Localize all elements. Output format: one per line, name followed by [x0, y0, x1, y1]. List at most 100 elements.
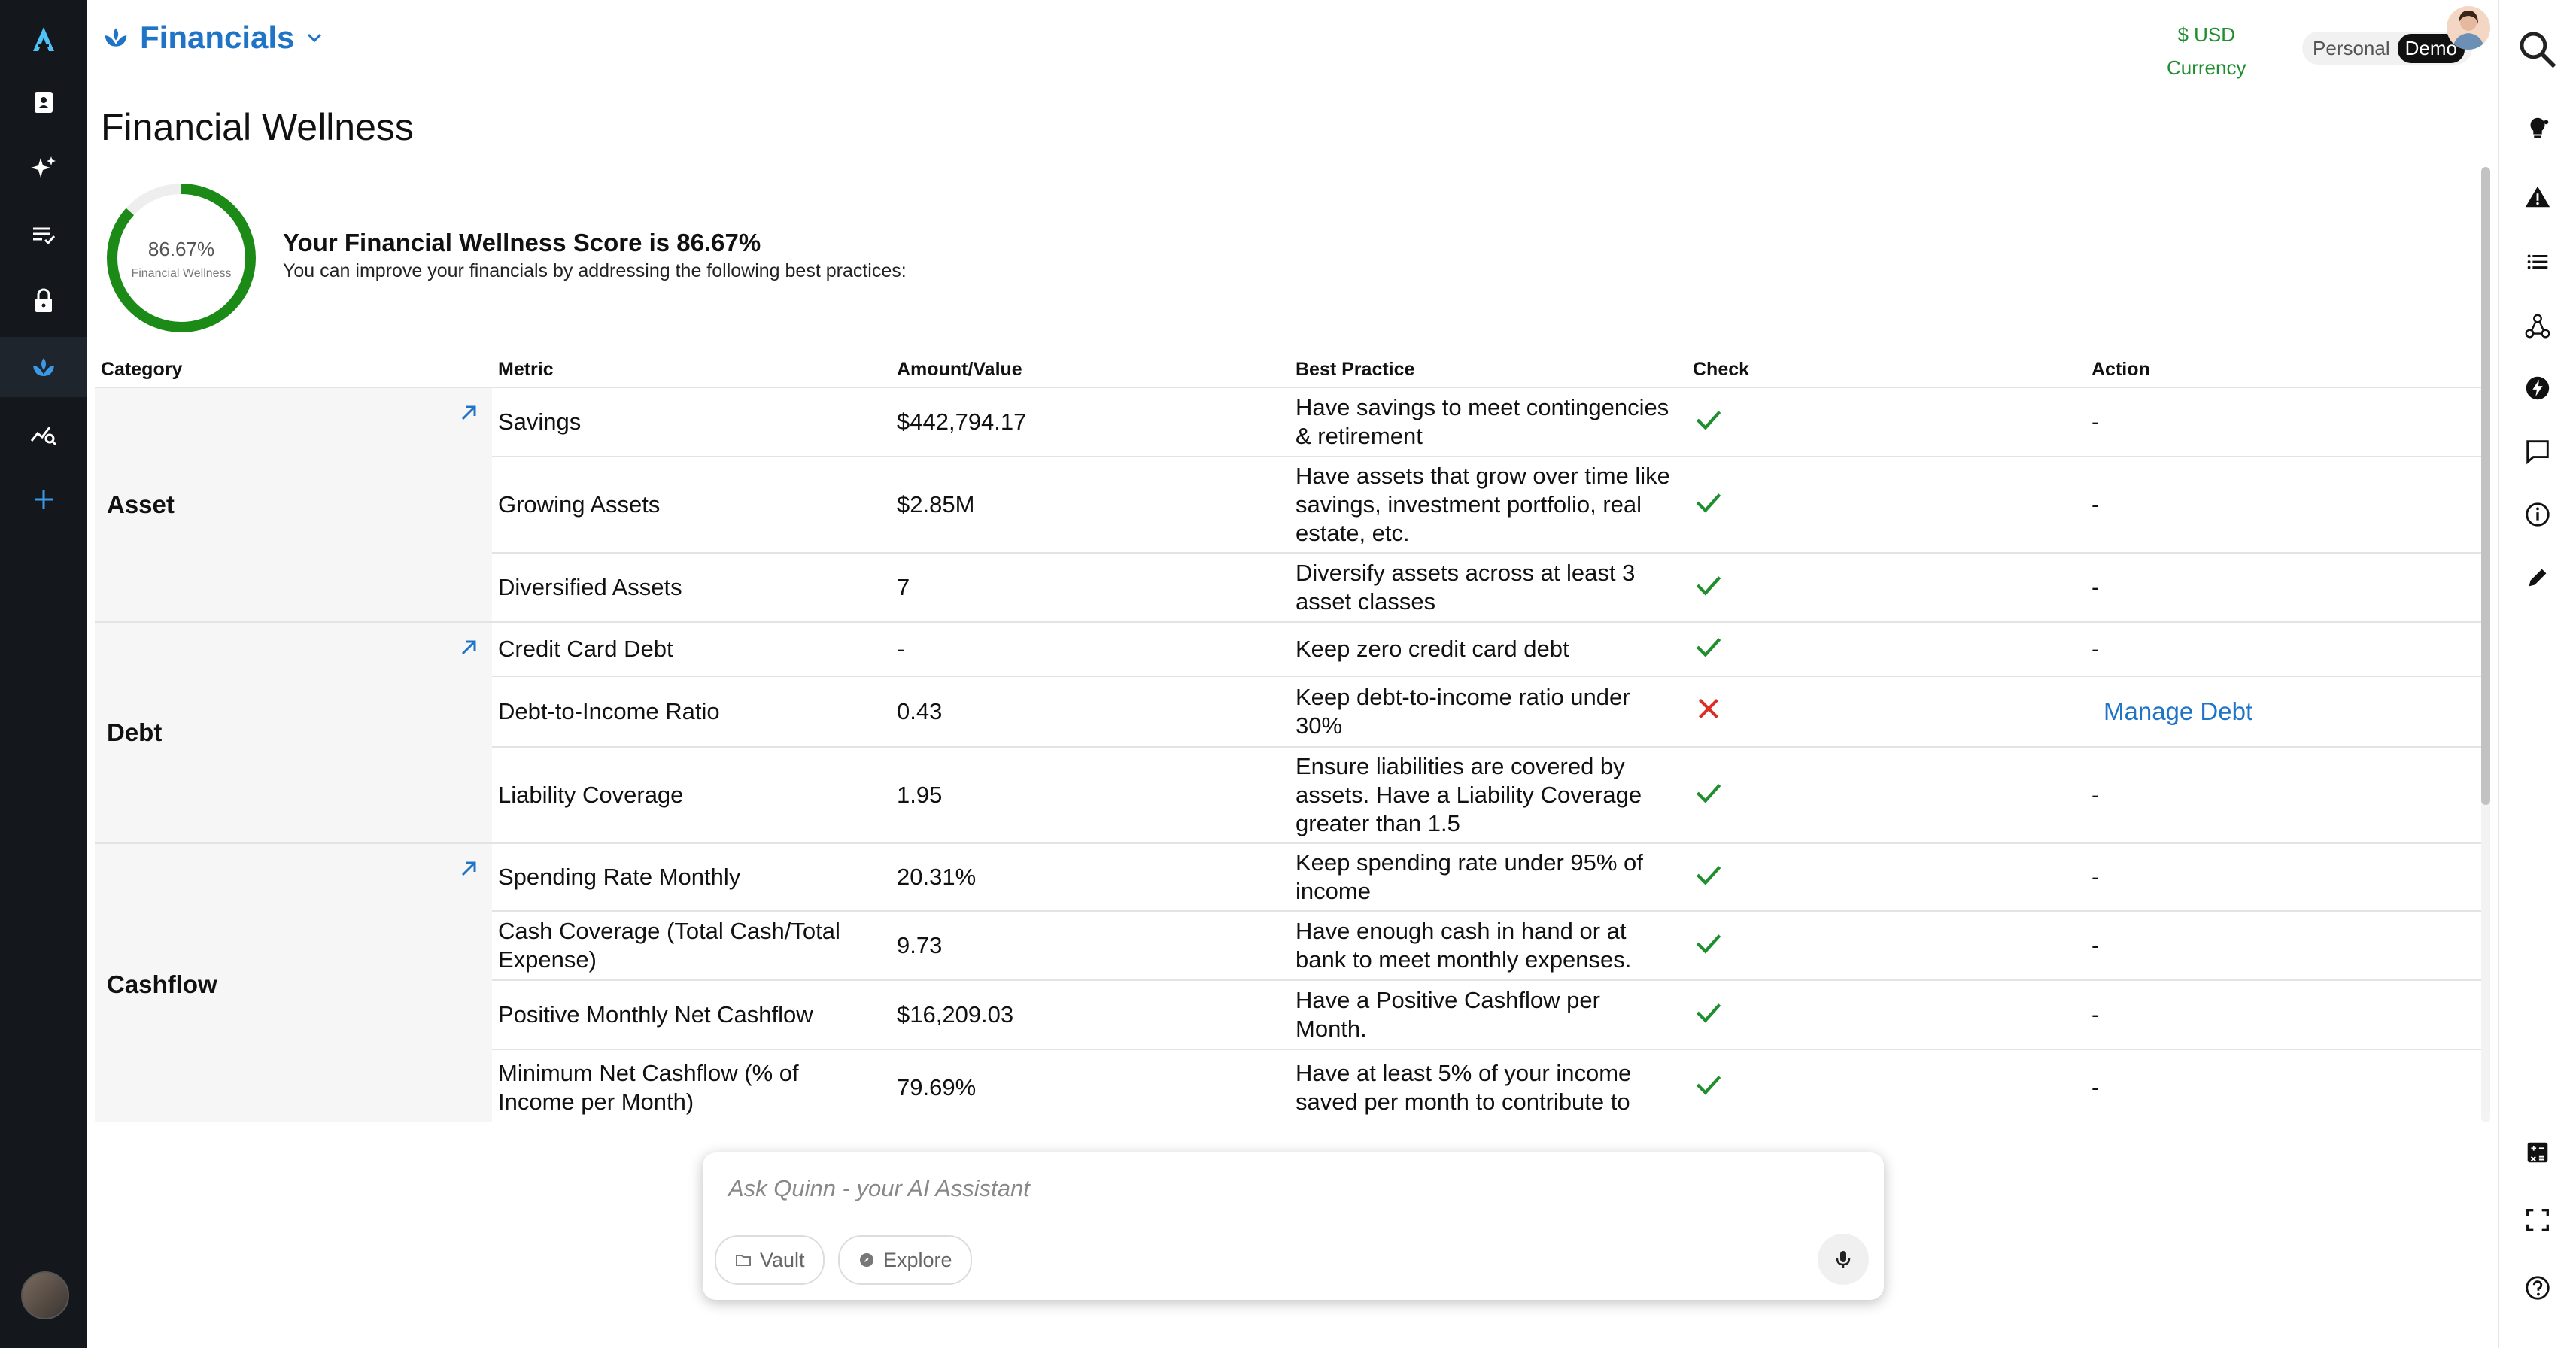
manage-debt-link[interactable]: Manage Debt — [2091, 697, 2252, 725]
header-check[interactable]: Check — [1687, 343, 2085, 387]
info-icon[interactable] — [2515, 492, 2560, 537]
profile-personal[interactable]: Personal — [2313, 37, 2390, 60]
search-icon[interactable] — [2515, 27, 2560, 72]
table-scrollbar[interactable] — [2481, 167, 2490, 1122]
action-text: - — [2091, 408, 2100, 435]
table-header-row: Category Metric Amount/Value Best Practi… — [95, 343, 2484, 387]
wellness-score-ring: 86.67% Financial Wellness — [107, 184, 256, 332]
best-practice-cell: Ensure liabilities are covered by assets… — [1290, 746, 1687, 843]
scrollbar-thumb[interactable] — [2481, 167, 2490, 805]
action-cell: - — [2085, 552, 2484, 622]
checkmark-icon — [1693, 934, 1724, 964]
chat-icon[interactable] — [2515, 429, 2560, 474]
action-cell: - — [2085, 746, 2484, 843]
action-text: - — [2091, 1001, 2100, 1028]
profile-switcher[interactable]: Personal Demo — [2302, 32, 2472, 65]
left-sidebar — [0, 0, 87, 1348]
action-text: - — [2091, 782, 2100, 808]
right-icon-rail — [2498, 0, 2576, 1348]
financials-icon[interactable] — [0, 337, 87, 397]
value-cell: 20.31% — [891, 842, 1290, 911]
fullscreen-icon[interactable] — [2515, 1198, 2560, 1243]
metric-cell: Savings — [492, 387, 891, 457]
vault-button[interactable]: Vault — [715, 1235, 825, 1285]
check-cell — [1687, 552, 2085, 622]
insights-bulb-icon[interactable] — [2515, 105, 2560, 150]
contacts-icon[interactable] — [0, 72, 87, 132]
checkmark-icon — [1693, 1076, 1724, 1105]
network-icon[interactable] — [2515, 304, 2560, 349]
app-switcher[interactable]: Financials — [102, 20, 324, 56]
header-amount[interactable]: Amount/Value — [891, 343, 1290, 387]
add-icon[interactable] — [0, 469, 87, 530]
app-logo-icon[interactable] — [0, 9, 87, 69]
wellness-table-container[interactable]: Category Metric Amount/Value Best Practi… — [95, 343, 2484, 1122]
category-cell: Cashflow — [95, 842, 492, 1122]
explore-button[interactable]: Explore — [838, 1235, 972, 1285]
header-category[interactable]: Category — [95, 343, 492, 387]
action-cell: - — [2085, 979, 2484, 1049]
task-list-icon[interactable] — [0, 205, 87, 265]
header-action[interactable]: Action — [2085, 343, 2484, 387]
ai-assistant-box[interactable]: Ask Quinn - your AI Assistant Vault Expl… — [703, 1152, 1884, 1300]
metric-cell: Cash Coverage (Total Cash/Total Expense) — [492, 910, 891, 980]
sparkles-icon[interactable] — [0, 138, 87, 199]
metric-cell: Growing Assets — [492, 456, 891, 553]
header-metric[interactable]: Metric — [492, 343, 891, 387]
analytics-icon[interactable] — [0, 403, 87, 463]
currency-label: Currency — [2167, 56, 2246, 79]
action-cell: - — [2085, 621, 2484, 676]
value-cell: $2.85M — [891, 456, 1290, 553]
explore-label: Explore — [883, 1248, 952, 1271]
open-link-icon[interactable] — [457, 402, 480, 424]
action-text: - — [2091, 574, 2100, 600]
user-avatar[interactable] — [21, 1271, 69, 1319]
help-icon[interactable] — [2515, 1265, 2560, 1310]
category-cell: Asset — [95, 387, 492, 622]
checkmark-icon — [1693, 637, 1724, 667]
vault-label: Vault — [760, 1248, 805, 1271]
microphone-button[interactable] — [1818, 1234, 1869, 1285]
action-cell: - — [2085, 387, 2484, 457]
chevron-down-icon — [308, 33, 322, 43]
metric-cell: Credit Card Debt — [492, 621, 891, 676]
category-label: Asset — [107, 490, 175, 518]
check-cell — [1687, 456, 2085, 553]
calculator-icon[interactable] — [2515, 1130, 2560, 1175]
lightning-icon[interactable] — [2515, 366, 2560, 411]
profile-avatar[interactable] — [2447, 6, 2490, 50]
currency-selector[interactable]: $ USD Currency — [2167, 18, 2246, 84]
check-cell — [1687, 910, 2085, 980]
header-best-practice[interactable]: Best Practice — [1290, 343, 1687, 387]
lock-icon[interactable] — [0, 271, 87, 331]
checkmark-icon — [1693, 783, 1724, 813]
category-label: Debt — [107, 718, 163, 746]
score-summary: Your Financial Wellness Score is 86.67% … — [283, 229, 907, 282]
action-text: - — [2091, 636, 2100, 662]
value-cell: - — [891, 621, 1290, 676]
financials-logo-icon — [105, 28, 127, 47]
warning-icon[interactable] — [2515, 175, 2560, 220]
compass-icon — [860, 1253, 873, 1267]
best-practice-cell: Keep zero credit card debt — [1290, 621, 1687, 676]
check-cell — [1687, 1049, 2085, 1122]
best-practice-cell: Keep debt-to-income ratio under 30% — [1290, 676, 1687, 747]
open-link-icon[interactable] — [457, 636, 480, 659]
value-cell: 79.69% — [891, 1049, 1290, 1122]
checkmark-icon — [1693, 865, 1724, 895]
action-cell: - — [2085, 1049, 2484, 1122]
list-icon[interactable] — [2515, 239, 2560, 284]
table-row: Asset Savings $442,794.17 Have savings to m… — [95, 387, 2484, 622]
check-cell — [1687, 979, 2085, 1049]
edit-pencil-icon[interactable] — [2515, 555, 2560, 600]
best-practice-cell: Have a Positive Cashflow per Month. — [1290, 979, 1687, 1049]
assistant-input[interactable]: Ask Quinn - your AI Assistant — [728, 1175, 1030, 1202]
app-title: Financials — [140, 20, 295, 55]
best-practice-cell: Have savings to meet contingencies & ret… — [1290, 387, 1687, 457]
score-heading: Your Financial Wellness Score is 86.67% — [283, 229, 761, 257]
checkmark-icon — [1693, 575, 1724, 606]
open-link-icon[interactable] — [457, 858, 480, 880]
metric-cell: Debt-to-Income Ratio — [492, 676, 891, 747]
folder-icon — [736, 1255, 751, 1266]
ring-value: 86.67% — [148, 238, 214, 260]
